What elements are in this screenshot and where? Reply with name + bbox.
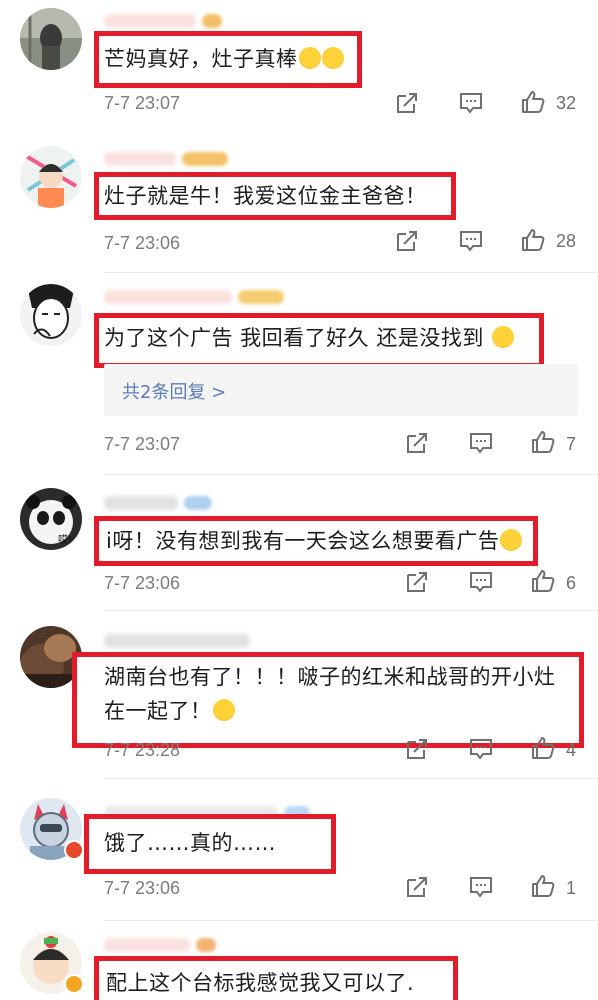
username-blurred[interactable] <box>104 630 250 650</box>
divider <box>104 610 598 611</box>
comment-text-line-1: 湖南台也有了！！！啵子的红米和战哥的开小灶 <box>104 665 556 689</box>
comment-button[interactable] <box>468 874 494 900</box>
like-count: 1 <box>566 878 577 898</box>
verified-badge-icon <box>64 974 84 994</box>
divider <box>104 272 598 273</box>
timestamp: 7-7 23:07 <box>104 434 181 454</box>
share-button[interactable] <box>404 569 430 595</box>
timestamp: 7-7 23:06 <box>104 233 181 253</box>
share-button[interactable] <box>404 874 430 900</box>
view-replies-link[interactable]: 共2条回复 > <box>104 364 578 416</box>
share-icon <box>407 739 427 759</box>
comment-text: 灶子就是牛！我爱这位金主爸爸！ <box>104 184 427 208</box>
username-blurred[interactable] <box>104 148 228 168</box>
comment-icon <box>470 739 492 760</box>
comment-text: 配上这个台标我感觉我又可以了. <box>106 971 415 995</box>
divider <box>104 778 598 779</box>
thumbs-up-icon <box>532 875 555 897</box>
timestamp: 7-7 23:07 <box>104 93 181 113</box>
thumbs-up-icon <box>532 570 555 592</box>
crying-face-icon <box>321 47 344 69</box>
share-icon <box>397 93 417 113</box>
share-icon <box>407 877 427 897</box>
divider <box>104 474 598 475</box>
comment-button[interactable] <box>468 430 494 456</box>
avatar[interactable]: 哎! <box>20 488 82 550</box>
username-blurred[interactable] <box>104 492 212 512</box>
like-count: 28 <box>556 231 577 251</box>
thumbs-up-icon <box>532 431 555 453</box>
like-button[interactable] <box>530 873 556 899</box>
timestamp: 7-7 23:06 <box>104 878 181 898</box>
comment-text-line-2: 在一起了！ <box>104 696 235 726</box>
avatar[interactable] <box>20 146 82 208</box>
share-icon <box>407 433 427 453</box>
comment-button[interactable] <box>468 569 494 595</box>
comment-button[interactable] <box>468 736 494 762</box>
comment-text: 芒妈真好，灶子真棒 <box>104 44 344 74</box>
timestamp: 7-7 23:28 <box>104 740 181 760</box>
divider <box>104 920 598 921</box>
share-icon <box>407 572 427 592</box>
share-button[interactable] <box>404 430 430 456</box>
like-button[interactable] <box>530 735 556 761</box>
like-count: 4 <box>566 740 577 760</box>
like-button[interactable] <box>520 89 546 115</box>
comment-icon <box>470 877 492 898</box>
comment-text: 为了这个广告 我回看了好久 还是没找到 <box>104 323 515 353</box>
username-blurred[interactable] <box>104 934 216 954</box>
comment-icon <box>460 231 482 252</box>
avatar[interactable] <box>20 8 82 70</box>
share-button[interactable] <box>394 228 420 254</box>
like-count: 6 <box>566 573 577 593</box>
like-button[interactable] <box>530 568 556 594</box>
rolling-laugh-icon <box>500 529 523 551</box>
like-button[interactable] <box>530 429 556 455</box>
share-icon <box>397 231 417 251</box>
thumbs-up-icon <box>522 229 545 251</box>
share-button[interactable] <box>394 90 420 116</box>
comment-button[interactable] <box>458 90 484 116</box>
comment-icon <box>470 572 492 593</box>
comment-button[interactable] <box>458 228 484 254</box>
avatar[interactable] <box>20 284 82 346</box>
like-button[interactable] <box>520 227 546 253</box>
verified-badge-icon <box>64 840 84 860</box>
username-blurred[interactable] <box>104 286 284 306</box>
svg-text:哎!: 哎! <box>58 534 72 546</box>
username-blurred[interactable] <box>104 10 222 30</box>
share-button[interactable] <box>404 736 430 762</box>
like-count: 32 <box>556 93 577 113</box>
like-count: 7 <box>566 434 577 454</box>
crying-face-icon <box>298 47 321 69</box>
timestamp: 7-7 23:06 <box>104 573 181 593</box>
thumbs-up-icon <box>532 737 555 759</box>
sunglasses-face-icon <box>212 699 235 721</box>
thumbs-up-icon <box>522 91 545 113</box>
comment-text: i呀！没有想到我有一天会这么想要看广告 <box>106 526 523 556</box>
comment-icon <box>460 93 482 114</box>
comment-icon <box>470 433 492 454</box>
laughing-face-icon <box>492 326 515 348</box>
comment-text: 饿了……真的…… <box>104 831 276 855</box>
